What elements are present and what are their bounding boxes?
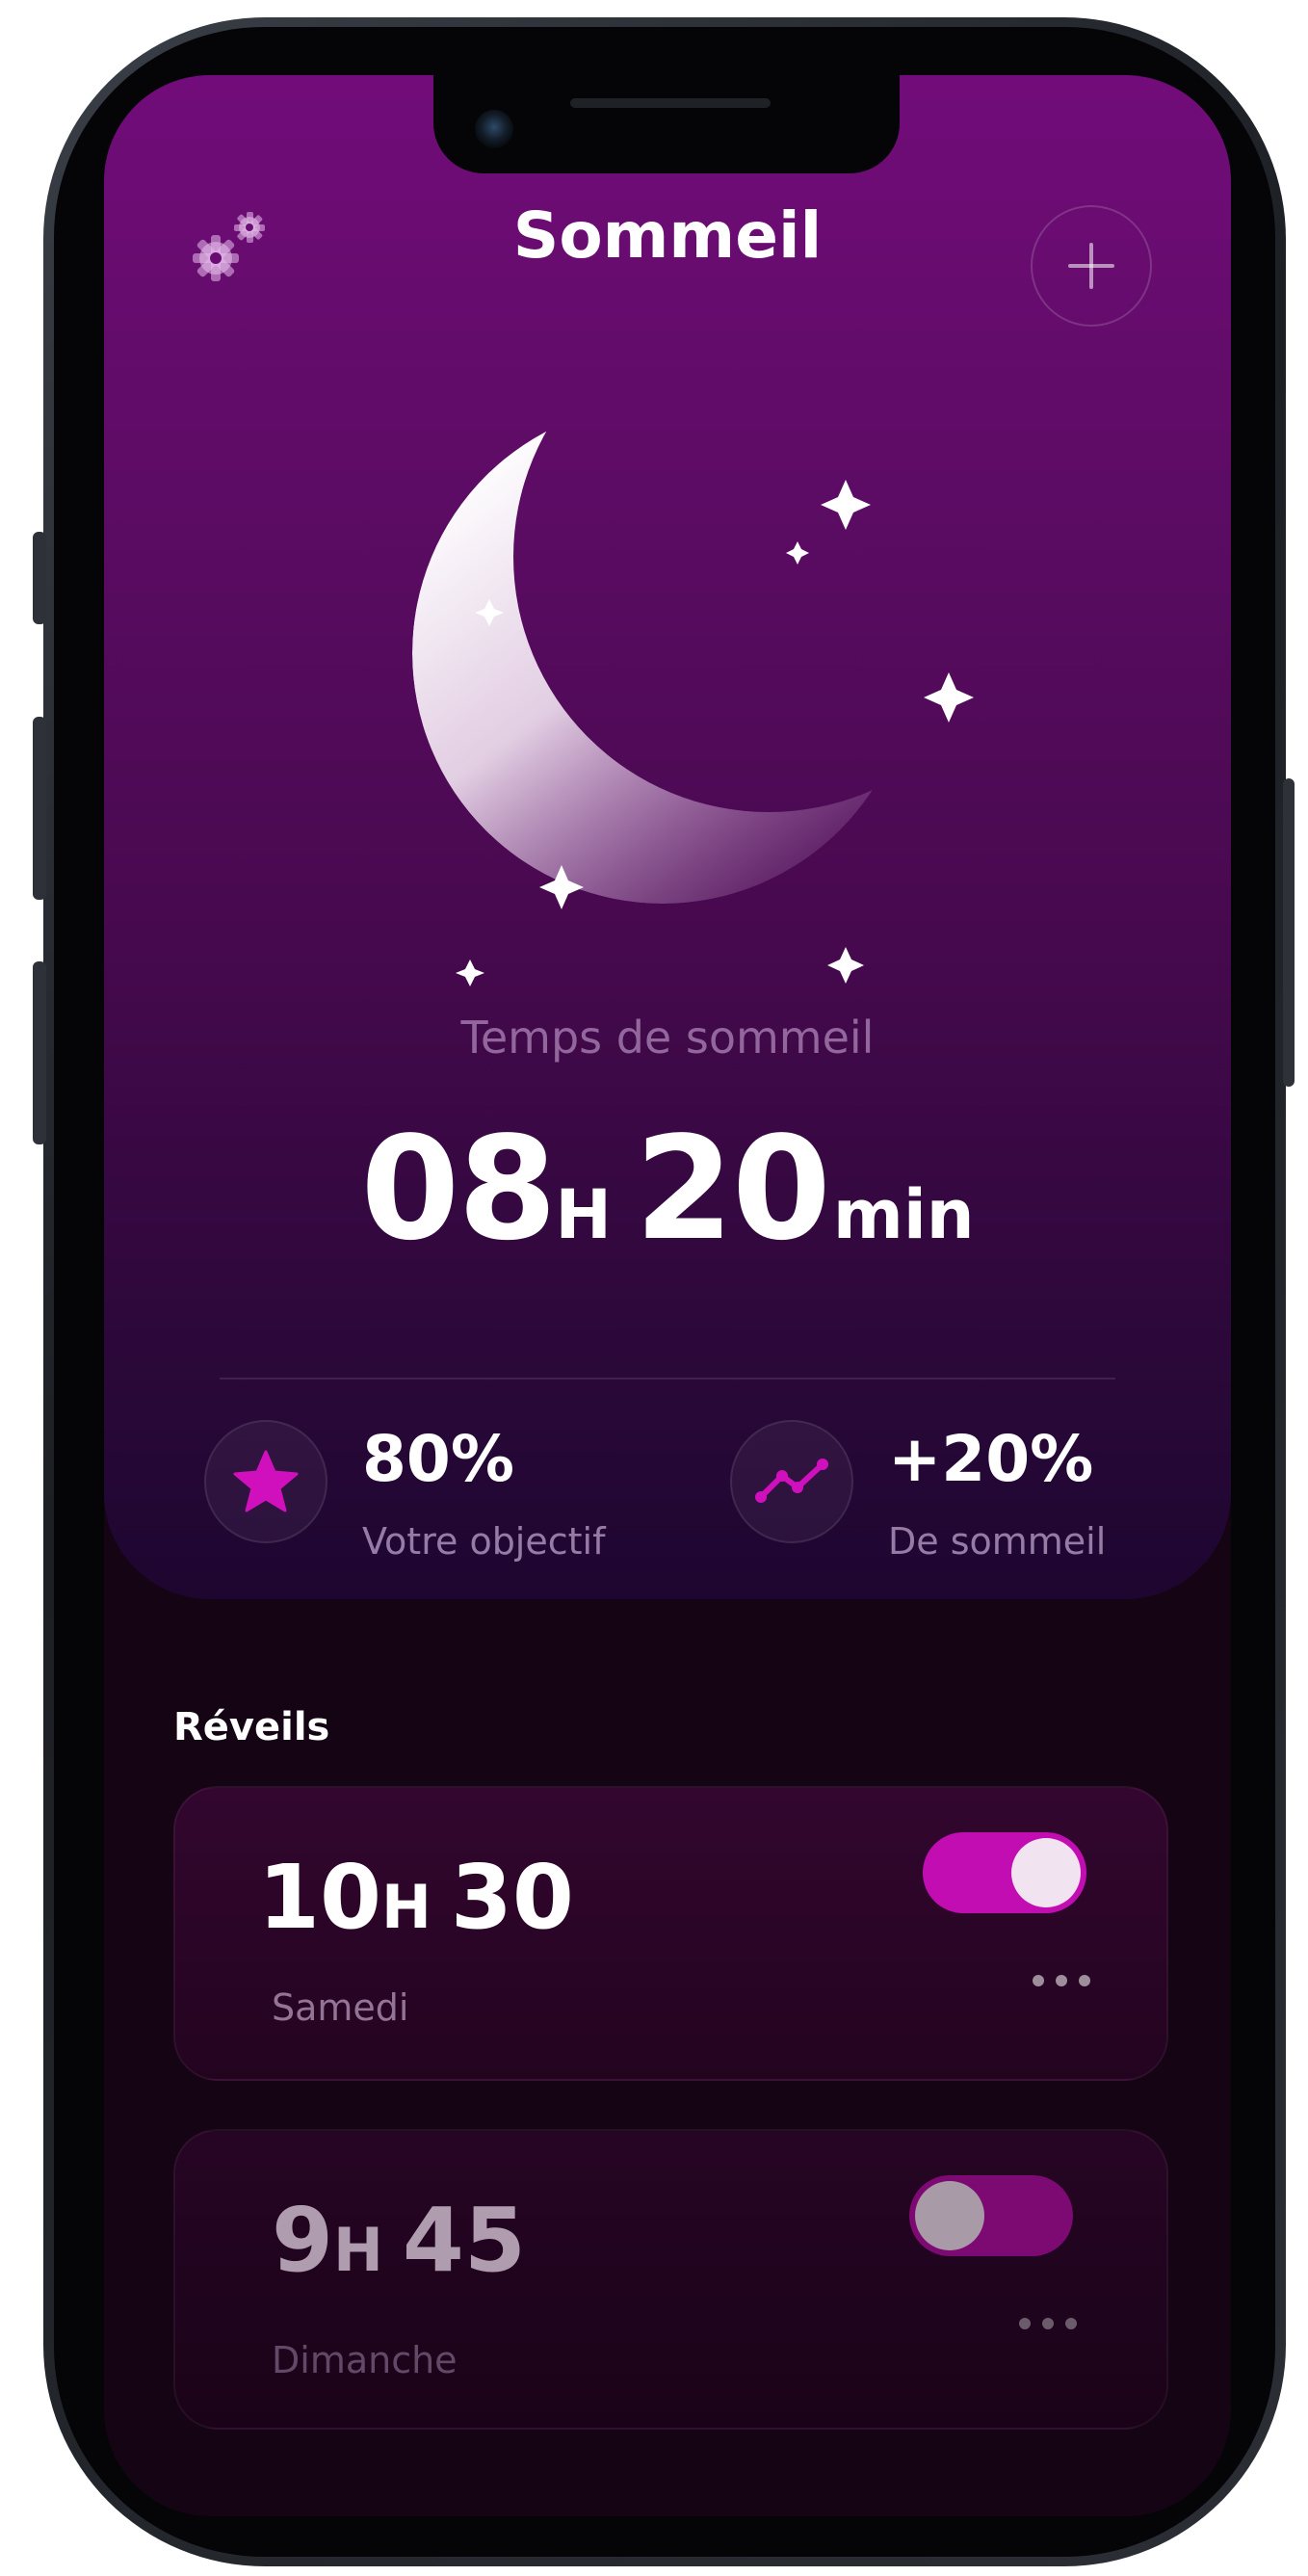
moon-illustration: [412, 403, 974, 986]
alarm-minutes: 45: [402, 2189, 526, 2292]
sleep-duration: 08H 20min: [104, 1106, 1231, 1272]
app-screen: Sommeil Temps de sommeil 08H 20min 80% V…: [104, 75, 1231, 2516]
alarm-day: Dimanche: [272, 2339, 458, 2381]
more-options-icon[interactable]: [1033, 1971, 1090, 1990]
goal-stat-value: 80%: [362, 1422, 514, 1496]
alarm-card[interactable]: 10H 30 Samedi: [173, 1786, 1168, 2081]
alarms-section-title: Réveils: [173, 1705, 330, 1749]
volume-down-button: [33, 961, 46, 1144]
alarm-time: 10H 30: [258, 1846, 574, 1949]
trend-line-icon: [755, 1459, 828, 1503]
sleep-hours-unit: H: [555, 1175, 612, 1254]
alarm-minutes: 30: [450, 1846, 574, 1949]
hero-panel: Sommeil Temps de sommeil 08H 20min 80% V…: [104, 75, 1231, 1599]
alarm-hours-unit: H: [333, 2215, 383, 2285]
goal-stat-caption: Votre objectif: [362, 1520, 606, 1563]
sleep-trend-badge: [730, 1420, 853, 1543]
more-options-icon[interactable]: [1019, 2314, 1077, 2333]
alarm-hours: 9: [272, 2189, 334, 2292]
alarm-toggle-on[interactable]: [923, 1832, 1086, 1913]
star-icon: [233, 1450, 299, 1512]
sleep-trend-value: +20%: [888, 1422, 1094, 1496]
alarm-day: Samedi: [272, 1986, 409, 2029]
sleep-minutes: 20: [634, 1106, 831, 1272]
add-button[interactable]: [1031, 205, 1152, 327]
toggle-knob: [1011, 1838, 1081, 1907]
power-button: [1283, 778, 1295, 1087]
toggle-knob: [915, 2181, 984, 2250]
alarm-time: 9H 45: [272, 2189, 526, 2292]
mute-switch: [33, 532, 46, 624]
sleep-time-label: Temps de sommeil: [460, 1012, 875, 1064]
front-camera: [475, 110, 513, 148]
alarm-hours-unit: H: [381, 1872, 432, 1942]
sleep-minutes-unit: min: [832, 1175, 975, 1254]
sleep-hours: 08: [360, 1106, 557, 1272]
alarm-hours: 10: [258, 1846, 382, 1949]
plus-icon: [1068, 243, 1114, 289]
alarm-card[interactable]: 9H 45 Dimanche: [173, 2129, 1168, 2430]
alarm-toggle-off[interactable]: [909, 2175, 1073, 2256]
speaker-grille: [570, 98, 771, 108]
divider: [220, 1378, 1115, 1380]
goal-stat-badge: [204, 1420, 327, 1543]
volume-up-button: [33, 717, 46, 900]
sleep-trend-caption: De sommeil: [888, 1520, 1107, 1563]
